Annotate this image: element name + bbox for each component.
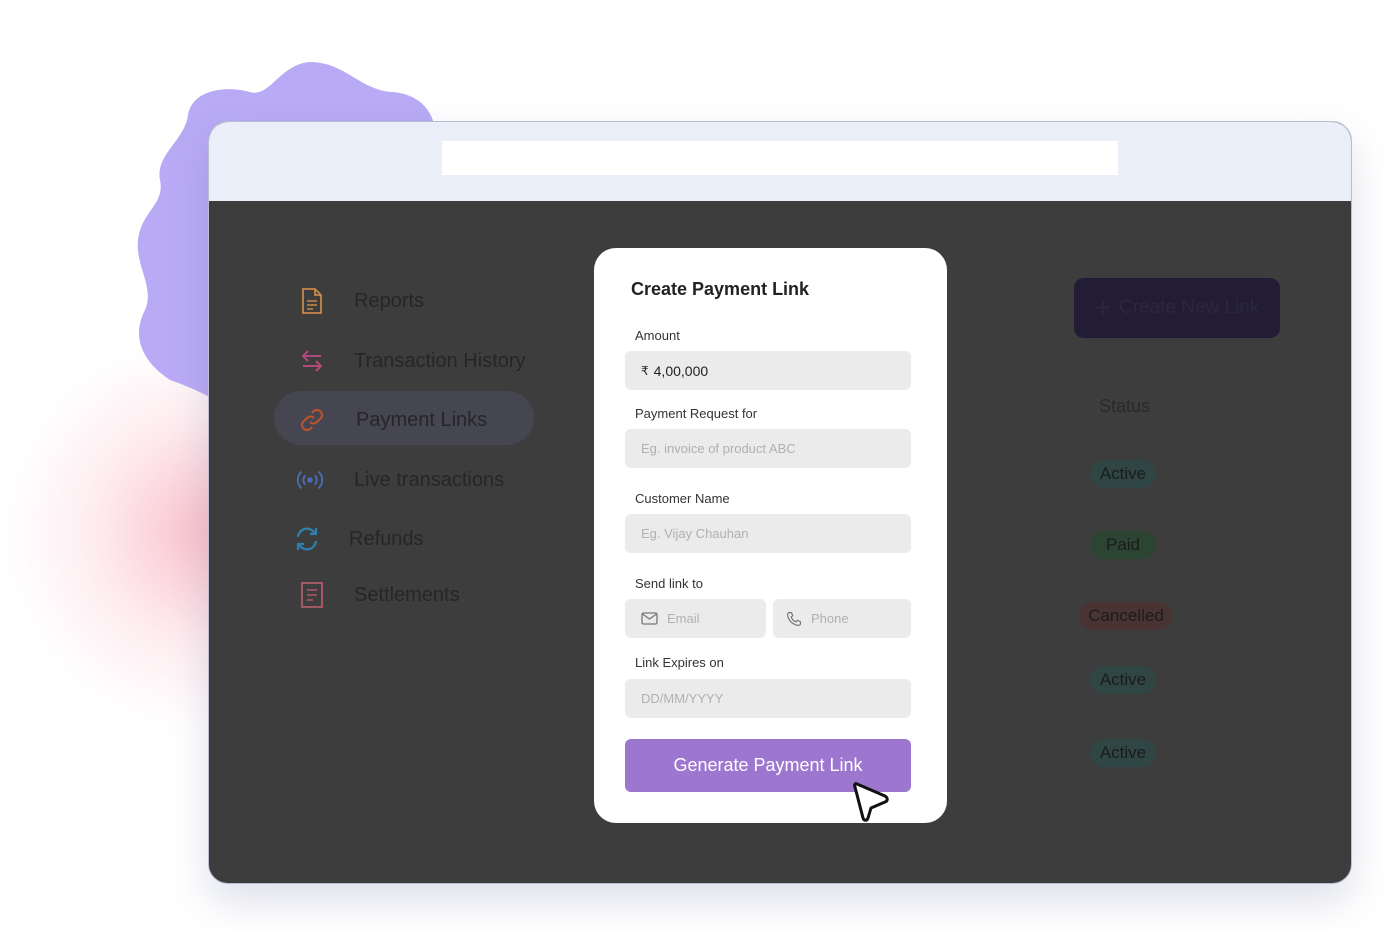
send-link-label: Send link to [635, 576, 703, 591]
mouse-cursor-icon [853, 782, 889, 822]
transfer-arrows-icon [298, 347, 326, 375]
sidebar-item-live-transactions[interactable]: Live transactions [296, 466, 504, 494]
status-badge: Active [1090, 460, 1156, 488]
phone-placeholder: Phone [811, 611, 849, 626]
expiry-date-placeholder: DD/MM/YYYY [641, 691, 724, 706]
sidebar-item-label: Live transactions [354, 468, 505, 491]
status-column-header: Status [1099, 396, 1151, 416]
expiry-date-field[interactable]: DD/MM/YYYY [625, 679, 911, 718]
mail-icon [641, 612, 658, 625]
amount-field[interactable]: ₹ 4,00,000 [625, 351, 911, 390]
document-icon [298, 287, 326, 315]
customer-name-label: Customer Name [635, 491, 730, 506]
modal-title: Create Payment Link [631, 279, 810, 299]
phone-field[interactable]: Phone [773, 599, 911, 638]
phone-icon [786, 611, 802, 627]
sidebar-item-label: Settlements [354, 583, 460, 606]
ledger-icon [298, 581, 326, 609]
link-icon [298, 406, 326, 434]
sidebar-item-label: Refunds [349, 527, 424, 550]
email-field[interactable]: Email [625, 599, 766, 638]
rupee-symbol: ₹ [641, 363, 649, 378]
status-badge: Paid [1090, 531, 1156, 559]
customer-name-field[interactable]: Eg. Vijay Chauhan [625, 514, 911, 553]
address-bar[interactable] [442, 141, 1118, 175]
payment-request-placeholder: Eg. invoice of product ABC [641, 441, 796, 456]
status-badge: Active [1090, 666, 1156, 694]
refresh-icon [293, 525, 321, 553]
sidebar-item-reports[interactable]: Reports [298, 287, 424, 315]
sidebar-item-settlements[interactable]: Settlements [298, 581, 460, 609]
sidebar-item-label: Payment Links [356, 408, 488, 431]
customer-name-placeholder: Eg. Vijay Chauhan [641, 526, 749, 541]
amount-value: 4,00,000 [653, 362, 709, 379]
create-payment-link-modal: Create Payment Link Amount ₹ 4,00,000 Pa… [594, 248, 947, 823]
sidebar-item-transaction-history[interactable]: Transaction History [298, 347, 526, 375]
status-badge: Cancelled [1080, 602, 1172, 630]
create-new-link-label: Create New Link [1118, 297, 1260, 318]
browser-titlebar [209, 122, 1351, 201]
sidebar-item-refunds[interactable]: Refunds [293, 525, 424, 553]
amount-label: Amount [635, 328, 680, 343]
payment-request-field[interactable]: Eg. invoice of product ABC [625, 429, 911, 468]
sidebar-item-payment-links[interactable]: Payment Links [298, 406, 487, 434]
sidebar-item-label: Reports [354, 289, 425, 312]
link-expires-label: Link Expires on [635, 655, 724, 670]
sidebar-item-label: Transaction History [354, 349, 526, 372]
plus-icon: + [1094, 292, 1111, 323]
status-badge: Active [1090, 739, 1156, 767]
broadcast-icon [296, 466, 324, 494]
create-new-link-button[interactable]: + Create New Link [1074, 278, 1280, 338]
payment-request-label: Payment Request for [635, 406, 758, 421]
email-placeholder: Email [667, 611, 700, 626]
